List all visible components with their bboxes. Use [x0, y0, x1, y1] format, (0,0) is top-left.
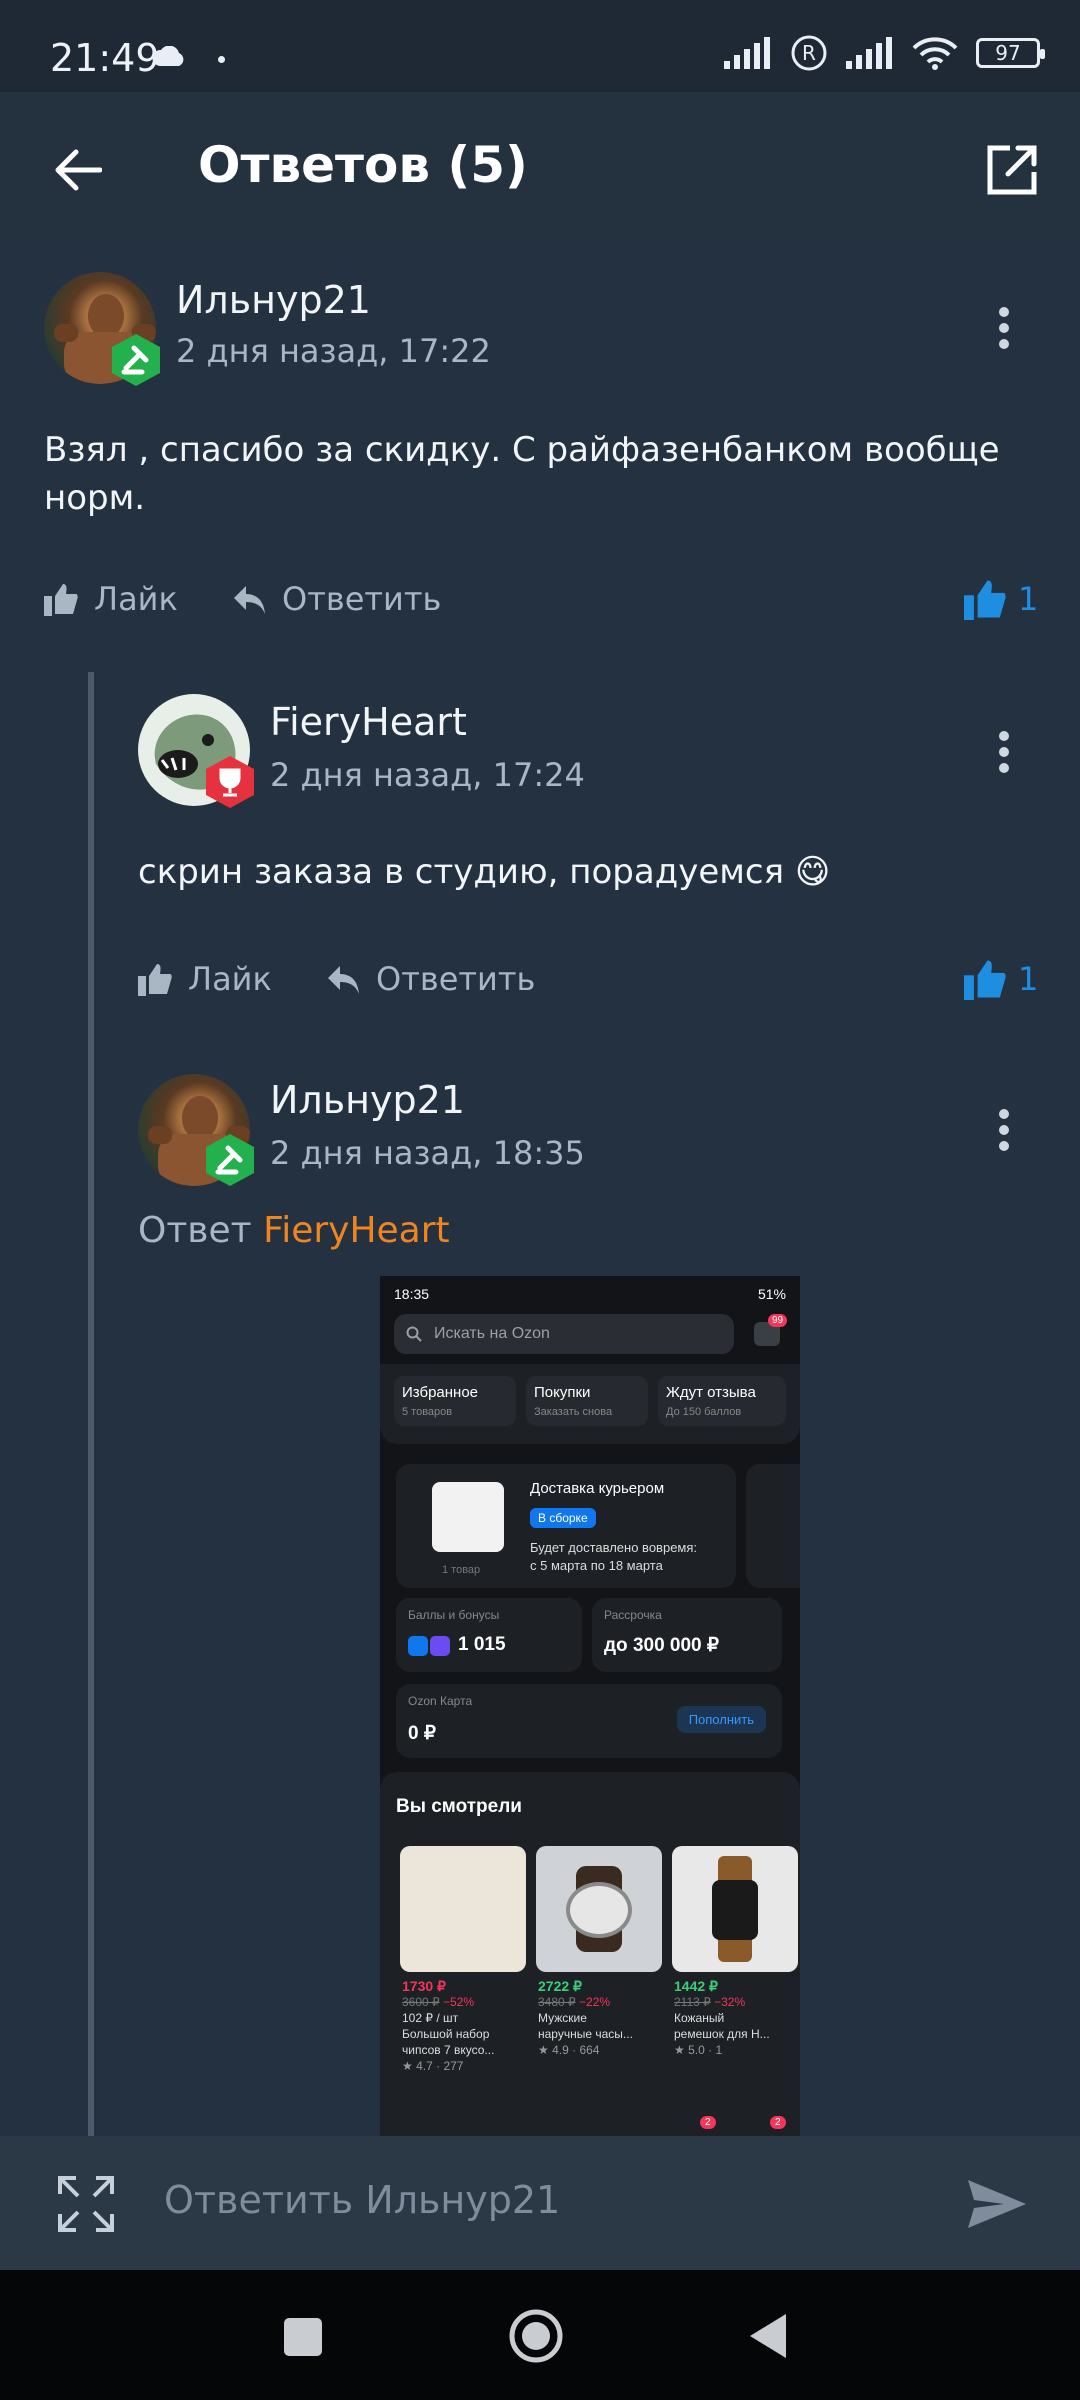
send-icon[interactable] — [966, 2178, 1028, 2230]
status-time: 21:49 — [50, 36, 160, 80]
thread-line — [88, 672, 94, 2136]
thumbs-up-icon — [44, 584, 78, 616]
comment-author[interactable]: FieryHeart — [270, 700, 467, 744]
status-bar: 21:49 R 97 — [0, 0, 1080, 92]
back-arrow-icon[interactable] — [52, 148, 102, 192]
comments-list: Ильнур21 2 дня назад, 17:22 Взял , спаси… — [0, 248, 1080, 2136]
moderator-badge-icon — [206, 1134, 254, 1186]
like-button[interactable]: Лайк — [138, 960, 272, 998]
svg-text:R: R — [802, 41, 816, 65]
search-icon — [406, 1326, 422, 1342]
back-button[interactable] — [748, 2312, 788, 2360]
like-count: 1 — [962, 578, 1038, 620]
comment-date: 2 дня назад, 17:24 — [270, 756, 585, 794]
reply-composer: Ответить Ильнур21 — [0, 2136, 1080, 2270]
comment-text: скрин заказа в студию, порадуемся 😋 — [138, 852, 831, 892]
notification-dot-icon — [218, 56, 225, 63]
registered-icon: R — [791, 35, 827, 71]
open-external-icon[interactable] — [984, 142, 1040, 198]
comment-date: 2 дня назад, 18:35 — [270, 1134, 585, 1172]
home-button[interactable] — [508, 2308, 564, 2364]
comment-date: 2 дня назад, 17:22 — [176, 332, 491, 370]
reply-arrow-icon — [234, 586, 265, 614]
delivery-card: 1 товар Доставка курьером В сборке Будет… — [396, 1464, 736, 1588]
reply-input[interactable]: Ответить Ильнур21 — [164, 2178, 560, 2222]
trophy-badge-icon — [206, 756, 254, 808]
page-title: Ответов (5) — [198, 136, 528, 194]
search-bar: Искать на Ozon — [394, 1314, 734, 1354]
thumbs-up-filled-icon — [964, 960, 1006, 1000]
signal-icon-2 — [846, 37, 892, 69]
thumbs-up-icon — [138, 964, 172, 996]
comment-author[interactable]: Ильнур21 — [270, 1078, 465, 1122]
expand-icon[interactable] — [56, 2174, 116, 2234]
more-options-icon[interactable] — [998, 730, 1010, 774]
signal-icon — [724, 37, 770, 69]
like-button[interactable]: Лайк — [44, 580, 178, 618]
reply-button[interactable]: Ответить — [232, 580, 441, 618]
cloud-icon — [152, 46, 184, 66]
app-bar: Ответов (5) — [0, 92, 1080, 248]
system-nav-bar — [0, 2270, 1080, 2400]
comment-author[interactable]: Ильнур21 — [176, 278, 371, 322]
more-options-icon[interactable] — [998, 1108, 1010, 1152]
reply-button[interactable]: Ответить — [326, 960, 535, 998]
like-count: 1 — [962, 958, 1038, 1000]
status-icons: R 97 — [724, 34, 1045, 72]
thumbs-up-filled-icon — [964, 580, 1006, 620]
reply-to-label: Ответ FieryHeart — [138, 1210, 450, 1251]
moderator-badge-icon — [112, 334, 160, 386]
reply-target-link[interactable]: FieryHeart — [263, 1210, 450, 1251]
reply-arrow-icon — [328, 966, 359, 994]
battery-level: 97 — [995, 41, 1021, 65]
attached-screenshot[interactable]: 18:35 51% Искать на Ozon 99 Избранное 5 … — [380, 1276, 800, 2136]
battery-icon: 97 — [976, 38, 1045, 68]
recents-button[interactable] — [284, 2318, 322, 2356]
comment-text: Взял , спасибо за скидку. С райфазенбанк… — [44, 430, 1000, 518]
more-options-icon[interactable] — [998, 306, 1010, 350]
wifi-icon — [912, 37, 958, 70]
